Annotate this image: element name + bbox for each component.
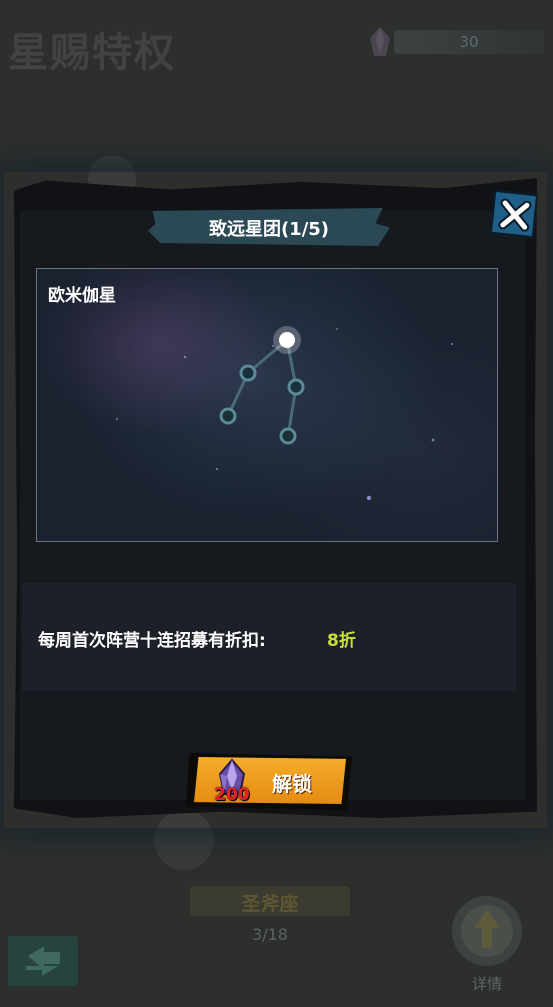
upgrade-arrow-icon (461, 905, 513, 957)
star-node-active (279, 332, 295, 348)
currency-display: 30 (362, 24, 552, 60)
detail-label: 详情 (471, 975, 502, 993)
constellation-name: 圣斧座 (241, 893, 299, 915)
modal-title: 致远星团(1/5) (208, 219, 330, 240)
star-node-locked (287, 378, 305, 396)
back-button[interactable] (8, 936, 78, 986)
background-stars (116, 328, 453, 501)
back-arrow-icon (26, 946, 60, 976)
star-node-locked (219, 407, 237, 425)
currency-value: 30 (459, 33, 479, 51)
constellation-lines (226, 338, 298, 437)
detail-button[interactable] (452, 896, 522, 966)
constellation-modal: 致远星团(1/5) 欧米伽星 每周首次阵营十连招募有折扣: 8折 200 解锁 (14, 178, 539, 818)
page-title: 星赐特权 (8, 30, 176, 76)
unlock-cost: 200 (214, 785, 250, 805)
constellation-badge-icon (154, 810, 214, 870)
constellation-map: 欧米伽星 (36, 268, 498, 542)
close-icon (498, 198, 532, 232)
bonus-value: 8折 (327, 631, 356, 651)
constellation-graphic (116, 326, 453, 501)
unlock-label: 解锁 (272, 772, 312, 796)
close-button[interactable] (489, 189, 539, 239)
crystal-gem-icon (370, 27, 390, 56)
star-name: 欧米伽星 (48, 286, 116, 306)
star-node-locked (239, 364, 257, 382)
bonus-label: 每周首次阵营十连招募有折扣: (38, 631, 266, 651)
star-node-locked (279, 427, 297, 445)
constellation-progress: 3/18 (252, 925, 288, 944)
